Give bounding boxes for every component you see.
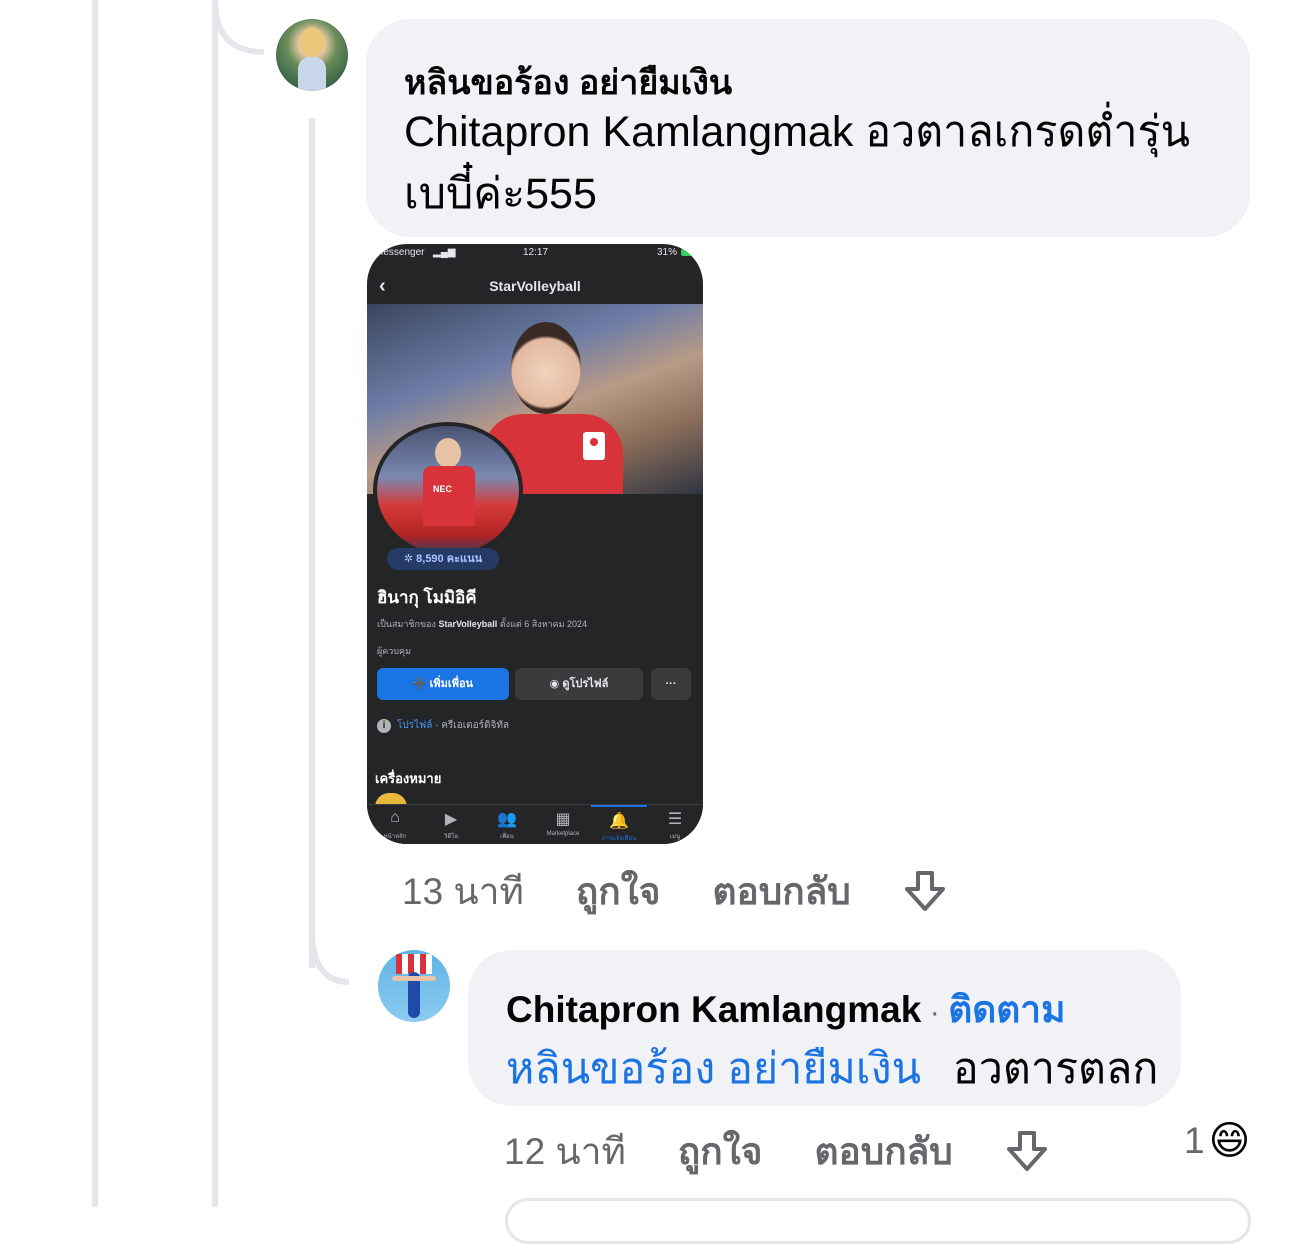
video-icon: ▶ bbox=[444, 811, 458, 828]
reply-actions: 12 นาที ถูกใจ ตอบกลับ bbox=[504, 1122, 1051, 1181]
comment-text: Chitapron Kamlangmak อวตาลเกรดต่ำรุ่น เบ… bbox=[404, 101, 1190, 225]
status-app-label: Messenger bbox=[375, 247, 425, 258]
reaction-count: 1 bbox=[1184, 1120, 1205, 1161]
reply-time[interactable]: 12 นาที bbox=[504, 1122, 626, 1181]
comment-text-line-1: Chitapron Kamlangmak อวตาลเกรดต่ำรุ่น bbox=[404, 108, 1190, 156]
reply-bubble: Chitapron Kamlangmak · ติดตาม หลินขอร้อง… bbox=[468, 950, 1181, 1106]
laugh-reaction-icon: 😄 bbox=[1208, 1119, 1251, 1163]
phone-status-bar: Messenger ▂▄▆ 12:17 31% bbox=[367, 244, 703, 264]
points-icon: ✲ bbox=[403, 553, 417, 565]
avatar-arms bbox=[392, 976, 436, 981]
cover-flag-badge bbox=[583, 432, 605, 460]
more-button[interactable]: ··· bbox=[651, 668, 691, 700]
reply-text: หลินขอร้อง อย่ายืมเงิน อวตารตลก bbox=[506, 1034, 1158, 1102]
separator-dot: · bbox=[929, 996, 940, 1029]
like-button[interactable]: ถูกใจ bbox=[678, 1122, 763, 1181]
thread-line-outer bbox=[92, 0, 98, 1207]
membership-prefix: เป็นสมาชิกของ bbox=[377, 619, 436, 629]
phone-nav-tab[interactable]: 👥 เพื่อน bbox=[479, 805, 535, 844]
avatar-hair bbox=[300, 27, 324, 57]
cover-person-head bbox=[511, 322, 581, 414]
phone-nav-label: เมนู bbox=[669, 834, 681, 840]
profile-picture: NEC bbox=[373, 422, 523, 558]
battery-percent: 31% bbox=[657, 247, 678, 258]
download-icon[interactable] bbox=[1003, 1129, 1051, 1175]
member-role: ผู้ควบคุม bbox=[377, 646, 412, 656]
reaction-summary[interactable]: 1 😄 bbox=[1184, 1118, 1250, 1164]
phone-nav-label: วิดีโอ bbox=[443, 834, 459, 840]
status-time: 12:17 bbox=[523, 247, 549, 258]
flag-dot bbox=[590, 438, 598, 446]
attached-screenshot[interactable]: Messenger ▂▄▆ 12:17 31% ‹ StarVolleyball… bbox=[367, 244, 703, 844]
like-button[interactable]: ถูกใจ bbox=[576, 862, 661, 921]
friends-icon: 👥 bbox=[497, 811, 517, 828]
phone-nav-tab[interactable]: ☰ เมนู bbox=[647, 805, 703, 844]
add-friend-label: เพิ่มเพื่อน bbox=[429, 678, 474, 690]
reply-button[interactable]: ตอบกลับ bbox=[814, 1122, 952, 1181]
profile-name: ฮินากุ โมมิอิคี bbox=[377, 588, 477, 607]
view-profile-label: ดูโปรไฟล์ bbox=[562, 678, 609, 690]
jersey-logo: NEC bbox=[433, 484, 453, 494]
download-icon[interactable] bbox=[901, 869, 949, 915]
marketplace-icon: ▦ bbox=[555, 811, 571, 828]
bell-icon: 🔔 bbox=[609, 813, 629, 830]
membership-line: เป็นสมาชิกของ StarVolleyball ตั้งแต่ 6 ส… bbox=[377, 617, 587, 631]
reply-header: Chitapron Kamlangmak · ติดตาม bbox=[506, 980, 1065, 1039]
phone-header-title: StarVolleyball bbox=[489, 278, 581, 294]
comment-text-line-2: เบบี๋ค่ะ555 bbox=[404, 170, 597, 218]
add-friend-icon: ➕ bbox=[412, 678, 430, 690]
phone-header: ‹ StarVolleyball bbox=[367, 268, 703, 304]
points-text: 8,590 คะแนน bbox=[416, 553, 483, 565]
phone-nav-label: Marketplace bbox=[546, 831, 580, 837]
phone-bottom-nav: ⌂ หน้าหลัก ▶ วิดีโอ 👥 เพื่อน ▦ Marketplace 🔔 การแ… bbox=[367, 804, 703, 844]
mention-link[interactable]: หลินขอร้อง อย่ายืมเงิน bbox=[506, 1045, 921, 1093]
thread-line-inner bbox=[212, 0, 218, 1207]
reply-button[interactable]: ตอบกลับ bbox=[712, 862, 850, 921]
profile-person-head bbox=[435, 438, 461, 468]
thread-connector-curve-2 bbox=[309, 930, 350, 985]
comment-time[interactable]: 13 นาที bbox=[402, 862, 524, 921]
avatar-figure bbox=[298, 57, 326, 91]
phone-nav-label: การแจ้งเตือน bbox=[601, 836, 637, 842]
phone-nav-label: เพื่อน bbox=[500, 834, 514, 840]
profile-info-line: i โปรไฟล์ · ครีเอเตอร์ดิจิทัล bbox=[377, 718, 509, 733]
thread-line-replies bbox=[309, 118, 315, 968]
avatar[interactable] bbox=[276, 19, 348, 91]
signal-icon: ▂▄▆ bbox=[433, 247, 456, 258]
battery-icon bbox=[681, 249, 695, 256]
follow-button[interactable]: ติดตาม bbox=[948, 989, 1065, 1030]
badges-section-title: เครื่องหมาย bbox=[375, 771, 442, 786]
profile-person-jersey: NEC bbox=[423, 466, 475, 526]
add-friend-button[interactable]: ➕ เพิ่มเพื่อน bbox=[377, 668, 509, 700]
membership-group: StarVolleyball bbox=[438, 619, 498, 629]
info-icon: i bbox=[377, 719, 391, 733]
reply-text-body: อวตารตลก bbox=[952, 1045, 1159, 1093]
phone-nav-tab[interactable]: ▶ วิดีโอ bbox=[423, 805, 479, 844]
thread-connector-curve-1 bbox=[212, 0, 265, 55]
back-icon[interactable]: ‹ bbox=[379, 268, 386, 304]
view-profile-button[interactable]: ◉ ดูโปรไฟล์ bbox=[515, 668, 643, 700]
comment-bubble: หลินขอร้อง อย่ายืมเงิน Chitapron Kamlang… bbox=[366, 19, 1250, 237]
points-badge: ✲ 8,590 คะแนน bbox=[387, 548, 499, 570]
menu-icon: ☰ bbox=[667, 811, 683, 828]
profile-link[interactable]: โปรไฟล์ bbox=[397, 720, 432, 731]
phone-nav-tab[interactable]: ⌂ หน้าหลัก bbox=[367, 805, 423, 844]
reply-author[interactable]: Chitapron Kamlangmak bbox=[506, 989, 921, 1030]
phone-nav-tab[interactable]: ▦ Marketplace bbox=[535, 805, 591, 844]
profile-circle-icon: ◉ bbox=[549, 678, 563, 690]
profile-category: · ครีเอเตอร์ดิจิทัล bbox=[432, 720, 510, 731]
next-comment-edge bbox=[505, 1198, 1251, 1244]
home-icon: ⌂ bbox=[390, 809, 400, 826]
membership-suffix: ตั้งแต่ 6 สิงหาคม 2024 bbox=[499, 619, 588, 629]
comment-actions: 13 นาที ถูกใจ ตอบกลับ bbox=[402, 862, 949, 921]
avatar-stripes bbox=[396, 954, 432, 974]
avatar[interactable] bbox=[378, 950, 450, 1022]
phone-nav-tab[interactable]: 🔔 การแจ้งเตือน bbox=[591, 805, 647, 844]
phone-nav-label: หน้าหลัก bbox=[383, 834, 407, 840]
